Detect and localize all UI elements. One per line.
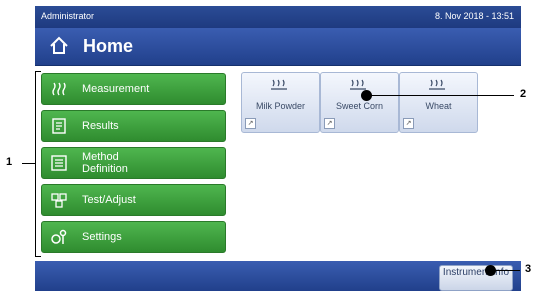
nav-settings-button[interactable]: Settings	[41, 221, 226, 253]
instrument-screen: Administrator 8. Nov 2018 - 13:51 Home M…	[35, 6, 521, 291]
page-title: Home	[83, 36, 134, 56]
nav-method-definition-label: Method Definition	[82, 151, 128, 175]
callout-number-1: 1	[6, 156, 13, 168]
shortcut-label: Milk Powder	[255, 101, 305, 111]
shortcut-milk-powder[interactable]: Milk Powder ↗	[241, 72, 320, 133]
shortcut-sweet-corn[interactable]: Sweet Corn ↗	[320, 72, 399, 133]
settings-icon	[51, 229, 67, 244]
shortcut-label: Wheat	[425, 101, 452, 111]
page-header: Home	[35, 28, 521, 66]
shortcut-label: Sweet Corn	[335, 101, 384, 111]
nav-test-adjust-button[interactable]: Test/Adjust	[41, 184, 226, 216]
nav-method-definition-label-line1: Method	[82, 151, 119, 163]
shortcut-arrow-icon: ↗	[324, 118, 335, 129]
method-definition-icon	[51, 155, 67, 171]
nav-results-button[interactable]: Results	[41, 110, 226, 142]
callout-number-3: 3	[525, 263, 532, 275]
callout-dot-2	[361, 90, 372, 101]
callout-dot-3	[485, 265, 496, 276]
nav-method-definition-label-line2: Definition	[82, 163, 128, 175]
measurement-icon	[52, 82, 66, 96]
callout-leader-1	[22, 163, 35, 164]
callout-leader-2	[366, 95, 514, 96]
shortcut-arrow-icon: ↗	[245, 118, 256, 129]
callout-number-2: 2	[520, 88, 527, 100]
status-bar: Administrator 8. Nov 2018 - 13:51	[35, 6, 521, 28]
nav-settings-label: Settings	[82, 231, 122, 243]
results-icon	[52, 118, 66, 134]
callout-bracket-bottom	[35, 256, 41, 257]
date-time: 8. Nov 2018 - 13:51	[434, 11, 514, 21]
measurement-icon	[429, 79, 445, 90]
instrument-info-button[interactable]: Instrument info	[439, 265, 513, 291]
nav-measurement-label: Measurement	[82, 83, 150, 95]
footer-bar: Instrument info	[35, 261, 521, 291]
user-name: Administrator	[41, 11, 95, 21]
nav-method-definition-button[interactable]: Method Definition	[41, 147, 226, 179]
nav-results-label: Results	[82, 120, 119, 132]
callout-bracket-vertical	[35, 71, 36, 257]
nav-measurement-button[interactable]: Measurement	[41, 73, 226, 105]
shortcut-wheat[interactable]: Wheat ↗	[399, 72, 478, 133]
nav-test-adjust-label: Test/Adjust	[82, 194, 136, 206]
home-icon[interactable]	[49, 36, 69, 56]
test-adjust-icon	[51, 193, 67, 208]
measurement-icon	[271, 79, 287, 90]
shortcut-arrow-icon: ↗	[403, 118, 414, 129]
